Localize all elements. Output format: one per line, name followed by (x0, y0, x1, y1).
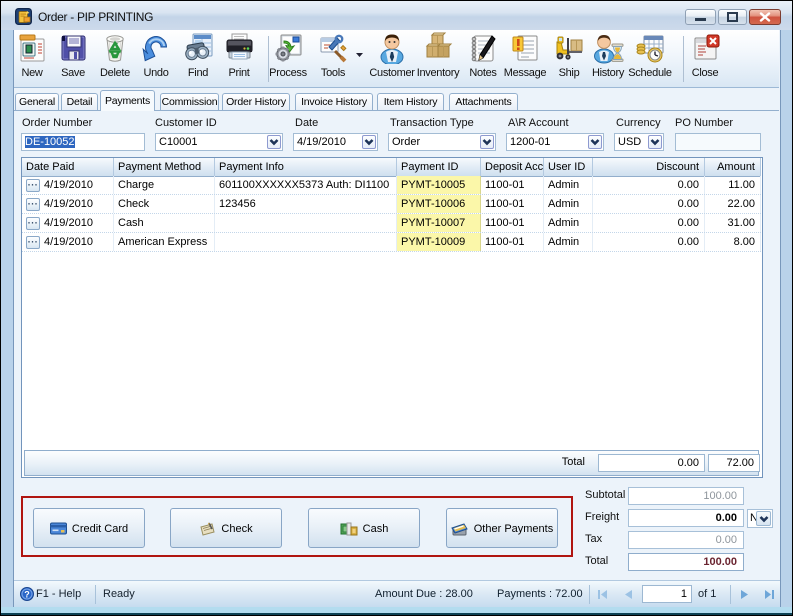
svg-text:?: ? (24, 590, 30, 600)
